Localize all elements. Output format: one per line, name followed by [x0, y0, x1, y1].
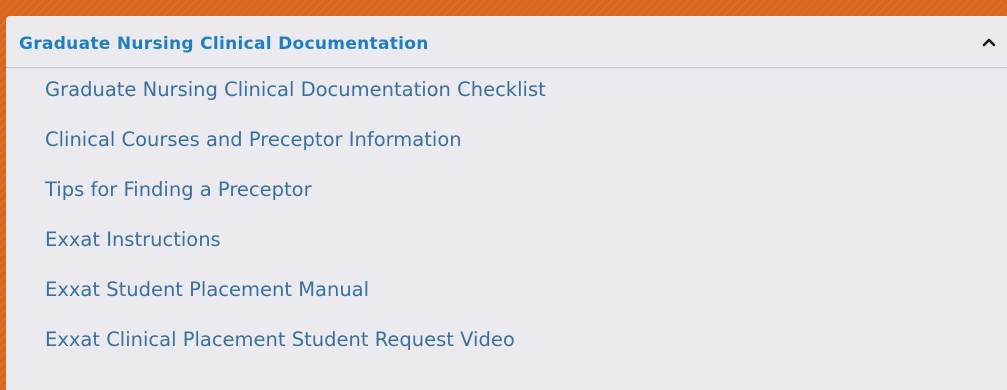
accordion-title[interactable]: Graduate Nursing Clinical Documentation — [19, 34, 429, 54]
accordion-header[interactable]: Graduate Nursing Clinical Documentation — [6, 16, 1007, 68]
link-finding-preceptor[interactable]: Tips for Finding a Preceptor — [45, 178, 312, 201]
link-clinical-courses[interactable]: Clinical Courses and Preceptor Informati… — [45, 128, 462, 151]
chevron-up-icon[interactable] — [979, 34, 999, 50]
accordion-panel: Graduate Nursing Clinical Documentation … — [6, 16, 1007, 390]
link-documentation-checklist[interactable]: Graduate Nursing Clinical Documentation … — [45, 78, 546, 101]
link-exxat-manual[interactable]: Exxat Student Placement Manual — [45, 278, 369, 301]
link-exxat-request-video[interactable]: Exxat Clinical Placement Student Request… — [45, 328, 515, 351]
link-exxat-instructions[interactable]: Exxat Instructions — [45, 228, 221, 251]
